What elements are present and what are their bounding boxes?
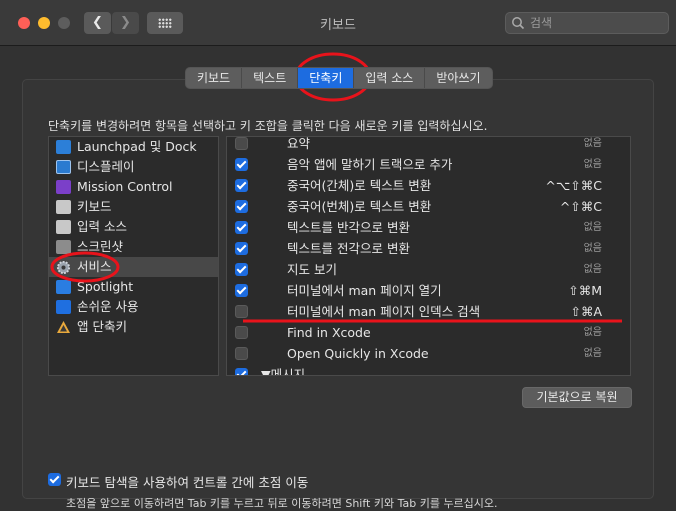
enable-checkbox[interactable] (235, 158, 248, 171)
category-label: 앱 단축키 (77, 319, 127, 334)
category-item-display[interactable]: 디스플레이 (49, 157, 218, 177)
shortcut-label: 중국어(간체)로 텍스트 변환 (287, 178, 432, 193)
shortcut-row[interactable]: 터미널에서 man 페이지 인덱스 검색 ⇧⌘A (227, 301, 630, 322)
category-label: 키보드 (77, 199, 112, 214)
category-label: 손쉬운 사용 (77, 299, 139, 314)
shortcut-label: 텍스트를 반각으로 변환 (287, 220, 410, 235)
shortcut-row[interactable]: 지도 보기 없음 (227, 259, 630, 280)
shortcut-row[interactable]: Open Quickly in Xcode 없음 (227, 343, 630, 364)
shortcut-key[interactable]: 없음 (584, 322, 602, 343)
enable-checkbox[interactable] (235, 368, 248, 375)
category-list: Launchpad 및 Dock 디스플레이 Mission Control 키… (48, 136, 219, 376)
category-label: Mission Control (77, 179, 173, 194)
gear-icon (56, 260, 71, 275)
shortcut-row[interactable]: 음악 앱에 말하기 트랙으로 추가 없음 (227, 154, 630, 175)
shortcut-key[interactable]: ⇧⌘M (568, 280, 602, 301)
launchpad-dock-icon (56, 140, 71, 154)
category-item-mission-control[interactable]: Mission Control (49, 177, 218, 197)
shortcut-key[interactable]: 없음 (584, 154, 602, 175)
search-input[interactable] (530, 15, 660, 31)
mission-control-icon (56, 180, 71, 194)
section-row[interactable]: ▼메시지 (227, 364, 630, 376)
app-shortcuts-icon (56, 320, 71, 334)
tab-dictation[interactable]: 받아쓰기 (425, 68, 491, 88)
enable-checkbox[interactable] (235, 221, 248, 234)
search-icon (512, 17, 525, 30)
category-item-keyboard[interactable]: 키보드 (49, 197, 218, 217)
enable-checkbox[interactable] (235, 200, 248, 213)
preferences-window: ❮ ❯ 키보드 키보드 텍스트 단축키 입력 소스 받아쓰기 단축키를 변경하려… (0, 0, 676, 511)
shortcut-key[interactable]: ⇧⌘A (570, 301, 602, 322)
shortcut-list: 요약 없음 음악 앱에 말하기 트랙으로 추가 없음 중국어(간체)로 텍스트 … (226, 136, 631, 376)
tab-text[interactable]: 텍스트 (242, 68, 299, 88)
search-field[interactable] (505, 12, 669, 34)
shortcut-label: 음악 앱에 말하기 트랙으로 추가 (287, 157, 453, 172)
shortcut-label: 텍스트를 전각으로 변환 (287, 241, 410, 256)
accessibility-icon (56, 300, 71, 314)
enable-checkbox[interactable] (235, 326, 248, 339)
category-label: 서비스 (77, 259, 112, 274)
shortcut-key[interactable]: 없음 (584, 217, 602, 238)
shortcut-key[interactable]: ^⇧⌘C (560, 196, 602, 217)
display-icon (56, 160, 71, 174)
section-label: ▼메시지 (261, 367, 306, 376)
category-label: 입력 소스 (77, 219, 127, 234)
shortcut-label: 터미널에서 man 페이지 인덱스 검색 (287, 304, 481, 319)
category-label: Spotlight (77, 279, 134, 294)
shortcut-label: 중국어(번체)로 텍스트 변환 (287, 199, 432, 214)
shortcut-row[interactable]: Find in Xcode 없음 (227, 322, 630, 343)
shortcut-row[interactable]: 요약 없음 (227, 136, 630, 154)
tab-bar: 키보드 텍스트 단축키 입력 소스 받아쓰기 (185, 67, 493, 89)
enable-checkbox[interactable] (235, 263, 248, 276)
category-item-spotlight[interactable]: Spotlight (49, 277, 218, 297)
enable-checkbox[interactable] (235, 242, 248, 255)
restore-defaults-button[interactable]: 기본값으로 복원 (522, 387, 632, 408)
category-label: 디스플레이 (77, 159, 135, 174)
shortcut-key[interactable]: ^⌥⇧⌘C (545, 175, 602, 196)
shortcut-label: 지도 보기 (287, 262, 337, 277)
instruction-text: 단축키를 변경하려면 항목을 선택하고 키 조합을 클릭한 다음 새로운 키를 … (48, 119, 488, 133)
category-item-launchpad[interactable]: Launchpad 및 Dock (49, 137, 218, 157)
shortcut-label: Open Quickly in Xcode (287, 346, 429, 361)
category-item-services[interactable]: 서비스 (49, 257, 218, 277)
keyboard-navigation-hint: 초점을 앞으로 이동하려면 Tab 키를 누르고 뒤로 이동하려면 Shift … (66, 497, 498, 510)
category-item-input-sources[interactable]: 입력 소스 (49, 217, 218, 237)
category-item-accessibility[interactable]: 손쉬운 사용 (49, 297, 218, 317)
input-source-icon (56, 220, 71, 234)
shortcut-row[interactable]: 중국어(간체)로 텍스트 변환 ^⌥⇧⌘C (227, 175, 630, 196)
category-label: 스크린샷 (77, 239, 124, 254)
category-item-app-shortcuts[interactable]: 앱 단축키 (49, 317, 218, 337)
shortcut-key[interactable]: 없음 (584, 259, 602, 280)
tab-input-sources[interactable]: 입력 소스 (354, 68, 426, 88)
enable-checkbox[interactable] (235, 305, 248, 318)
titlebar: ❮ ❯ 키보드 (0, 0, 676, 46)
shortcut-row[interactable]: 중국어(번체)로 텍스트 변환 ^⇧⌘C (227, 196, 630, 217)
shortcut-key[interactable]: 없음 (584, 343, 602, 364)
spotlight-icon (56, 280, 71, 294)
keyboard-icon (56, 200, 71, 214)
enable-checkbox[interactable] (235, 284, 248, 297)
keyboard-navigation-label: 키보드 탐색을 사용하여 컨트롤 간에 초점 이동 (66, 475, 309, 490)
shortcut-row[interactable]: 텍스트를 전각으로 변환 없음 (227, 238, 630, 259)
tab-shortcuts[interactable]: 단축키 (298, 68, 355, 88)
shortcut-key[interactable]: 없음 (584, 137, 602, 154)
enable-checkbox[interactable] (235, 137, 248, 150)
shortcut-key[interactable]: 없음 (584, 238, 602, 259)
shortcut-label: 요약 (287, 136, 311, 151)
shortcut-label: Find in Xcode (287, 325, 371, 340)
enable-checkbox[interactable] (235, 347, 248, 360)
category-item-screenshots[interactable]: 스크린샷 (49, 237, 218, 257)
screenshot-icon (56, 240, 71, 254)
tab-keyboard[interactable]: 키보드 (186, 68, 243, 88)
enable-checkbox[interactable] (235, 179, 248, 192)
shortcut-row[interactable]: 텍스트를 반각으로 변환 없음 (227, 217, 630, 238)
keyboard-navigation-checkbox[interactable] (48, 473, 61, 486)
shortcut-label: 터미널에서 man 페이지 열기 (287, 283, 442, 298)
category-label: Launchpad 및 Dock (77, 139, 197, 154)
shortcut-row[interactable]: 터미널에서 man 페이지 열기 ⇧⌘M (227, 280, 630, 301)
